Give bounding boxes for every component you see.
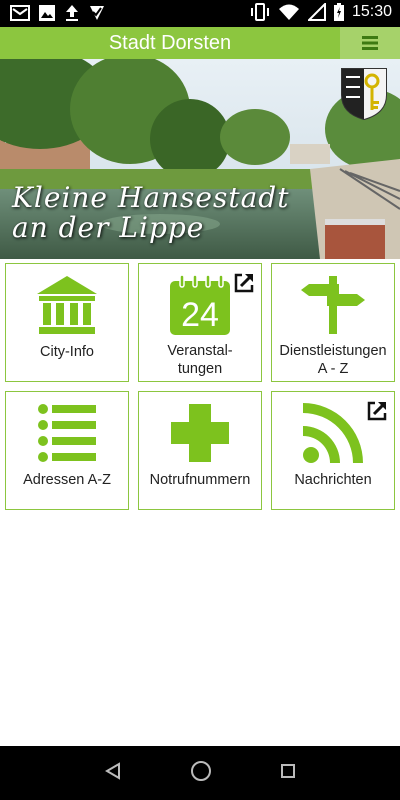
upload-icon: [64, 4, 80, 22]
home-icon[interactable]: [190, 760, 212, 787]
tile-label: Veranstal- tungen: [167, 343, 233, 377]
system-nav-bar: [0, 746, 400, 800]
hero-banner: Kleine Hansestadt an der Lippe: [0, 59, 400, 259]
tile-label: Dienstleistungen A - Z: [279, 343, 387, 377]
menu-button[interactable]: [340, 27, 400, 59]
tile-dienstleistungen[interactable]: Dienstleistungen A - Z: [271, 263, 395, 382]
app-bar: Stadt Dorsten: [0, 27, 400, 59]
list-icon: [38, 404, 96, 462]
recents-icon[interactable]: [280, 763, 296, 784]
tile-label: Adressen A-Z: [23, 472, 111, 488]
vibrate-icon: [250, 3, 270, 21]
signpost-icon: [301, 276, 365, 334]
hero-line-2: an der Lippe: [12, 211, 205, 244]
check-download-icon: [88, 4, 106, 22]
tile-notrufnummern[interactable]: Notrufnummern: [138, 391, 262, 510]
calendar-day: 24: [181, 296, 219, 334]
medical-cross-icon: [171, 404, 229, 462]
clock: 15:30: [351, 3, 392, 20]
hero-slogan: Kleine Hansestadt an der Lippe: [12, 183, 289, 243]
hero-line-1: Kleine Hansestadt: [12, 181, 290, 214]
city-hall-icon: [37, 276, 97, 334]
city-crest-icon: [340, 67, 388, 126]
external-link-icon: [366, 400, 388, 427]
app-title: Stadt Dorsten: [108, 32, 232, 54]
tile-city-info[interactable]: City-Info: [5, 263, 129, 382]
image-icon: [38, 4, 56, 22]
battery-icon: [333, 3, 344, 21]
signal-icon: [307, 3, 326, 21]
tile-label: Nachrichten: [294, 472, 372, 488]
tile-adressen[interactable]: Adressen A-Z: [5, 391, 129, 510]
tile-veranstaltungen[interactable]: 24 Veranstal- tungen: [138, 263, 262, 382]
wifi-icon: [278, 3, 300, 21]
back-icon[interactable]: [104, 761, 122, 785]
hamburger-menu-icon: [362, 36, 378, 50]
external-link-icon: [233, 272, 255, 299]
calendar-24-icon: 24: [170, 274, 230, 335]
tile-nachrichten[interactable]: Nachrichten: [271, 391, 395, 510]
tile-label: Notrufnummern: [149, 472, 251, 488]
status-bar: 15:30: [0, 0, 400, 27]
rss-icon: [303, 403, 363, 463]
mail-icon: [10, 4, 30, 22]
tile-label: City-Info: [40, 344, 94, 360]
